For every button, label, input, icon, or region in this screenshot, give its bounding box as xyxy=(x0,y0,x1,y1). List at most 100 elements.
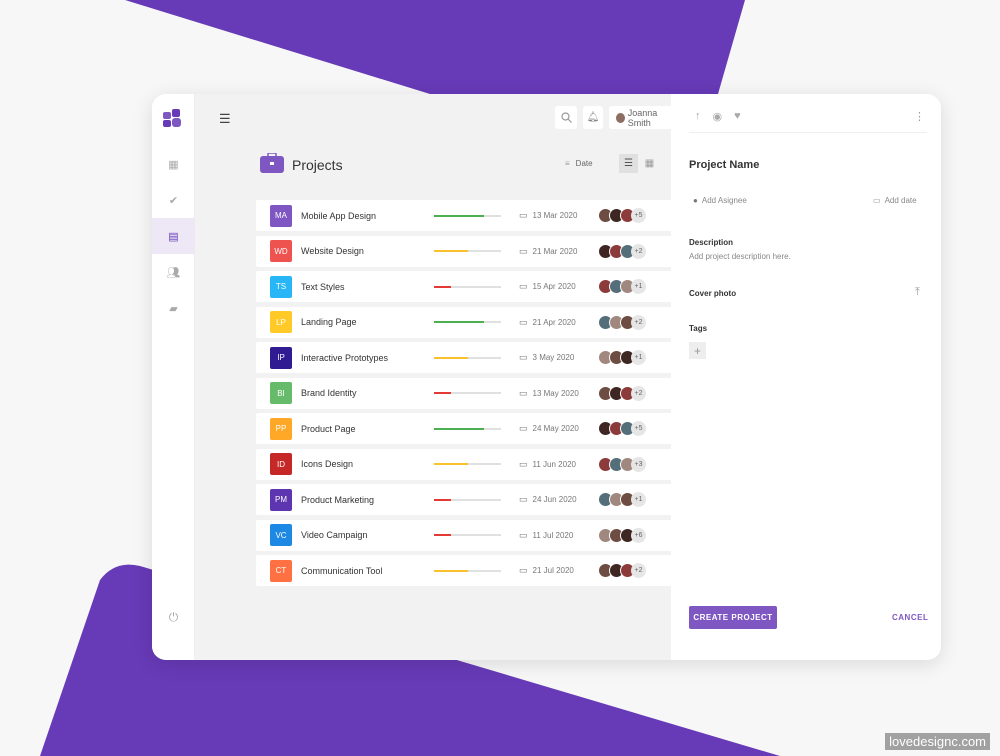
calendar-icon: ▭ xyxy=(519,494,528,504)
new-project-panel: ↑ ◉ ♥ ⋮ Project Name ● Add Asignee ▭ Add d… xyxy=(671,94,941,660)
calendar-icon: ▭ xyxy=(519,565,528,575)
grid-icon: ▦ xyxy=(644,158,655,169)
project-row[interactable]: BI Brand Identity ▭13 May 2020 +2 ⋮ xyxy=(256,377,696,409)
create-project-button[interactable]: CREATE PROJECT xyxy=(689,606,777,629)
search-icon xyxy=(560,112,572,123)
progress-bar xyxy=(434,498,501,501)
kebab-icon[interactable]: ⋮ xyxy=(914,110,925,123)
project-badge: CT xyxy=(270,559,292,582)
project-name: Video Campaign xyxy=(301,530,368,540)
more-members-count: +3 xyxy=(631,456,646,472)
project-row[interactable]: VC Video Campaign ▭11 Jul 2020 +6 ⋮ xyxy=(256,519,696,551)
project-badge: LP xyxy=(270,311,292,333)
date-text: 21 Apr 2020 xyxy=(532,317,576,327)
calendar-icon: ▭ xyxy=(519,352,528,362)
member-avatars: +2 xyxy=(598,563,646,578)
date-text: 15 Apr 2020 xyxy=(532,282,576,291)
app-window: ▦ ✔ ▤ 👥︎ ▰ ⏻ ☰ 🔔︎ Joanna Smith ⋮ Projects ≡ Da… xyxy=(152,94,941,660)
projects-main: ☰ 🔔︎ Joanna Smith⋮ Projects ≡Date ☰ ▦ + … xyxy=(195,94,697,660)
member-avatars: +3 xyxy=(598,456,646,472)
grid-view-button[interactable]: ▦ xyxy=(640,154,659,173)
date-text: 11 Jun 2020 xyxy=(532,459,576,469)
member-avatars: +1 xyxy=(598,492,646,507)
project-name: Website Design xyxy=(301,246,364,256)
member-avatars: +1 xyxy=(598,279,646,294)
user-name: Joanna Smith xyxy=(627,107,658,128)
project-name: Interactive Prototypes xyxy=(301,352,389,363)
date-text: 24 May 2020 xyxy=(532,424,579,433)
menu-icon[interactable]: ☰ xyxy=(219,111,231,127)
add-assignee-button[interactable]: ● Add Asignee xyxy=(693,196,747,205)
project-badge: BI xyxy=(270,382,292,404)
project-row[interactable]: TS Text Styles ▭15 Apr 2020 +1 ⋮ xyxy=(256,271,696,302)
project-name: Product Marketing xyxy=(301,494,375,505)
cancel-button[interactable]: CANCEL xyxy=(892,613,928,622)
project-row[interactable]: MA Mobile App Design ▭13 Mar 2020 +5 ⋮ xyxy=(256,200,696,231)
project-date: ▭ 3 May 2020 xyxy=(519,352,574,363)
people-icon: 👥︎ xyxy=(166,266,181,279)
project-name: Landing Page xyxy=(301,317,357,327)
briefcase-icon xyxy=(260,153,284,173)
project-name: Mobile App Design xyxy=(301,210,377,221)
calendar-icon: ▭ xyxy=(519,245,528,256)
member-avatars: +2 xyxy=(598,243,646,259)
more-members-count: +2 xyxy=(631,314,646,330)
power-icon: ⏻ xyxy=(168,609,179,624)
project-row[interactable]: PM Product Marketing ▭24 Jun 2020 +1 ⋮ xyxy=(256,484,696,515)
project-date: ▭ 11 Jun 2020 xyxy=(519,459,576,470)
sidebar-item-chat[interactable]: ▰ xyxy=(152,290,195,326)
sidebar-item-check-circle[interactable]: ✔ xyxy=(152,182,195,218)
sidebar: ▦ ✔ ▤ 👥︎ ▰ ⏻ xyxy=(152,94,195,660)
assignee-label: Add Asignee xyxy=(701,196,747,205)
project-badge: PM xyxy=(270,488,292,511)
project-date: ▭ 11 Jul 2020 xyxy=(519,530,573,541)
add-tag-button[interactable]: + xyxy=(689,342,706,359)
sidebar-item-dashboard[interactable]: ▦ xyxy=(152,146,195,182)
member-avatars: +6 xyxy=(598,527,646,543)
progress-bar xyxy=(434,250,501,252)
sidebar-item-people[interactable]: 👥︎ xyxy=(152,254,195,290)
list-view-button[interactable]: ☰ xyxy=(619,154,638,173)
heart-icon[interactable]: ♥ xyxy=(734,110,741,123)
project-date: ▭ 21 Apr 2020 xyxy=(519,317,576,328)
list-icon: ☰ xyxy=(624,158,633,169)
project-badge: MA xyxy=(270,204,292,227)
date-text: 24 Jun 2020 xyxy=(532,495,577,504)
notifications-button[interactable]: 🔔︎ xyxy=(583,106,603,129)
more-members-count: +2 xyxy=(631,243,646,259)
calendar-icon: ▭ xyxy=(519,281,528,291)
more-members-count: +2 xyxy=(631,563,646,578)
calendar-icon: ▭ xyxy=(519,458,528,469)
dashboard-icon: ▦ xyxy=(168,158,179,171)
eye-icon[interactable]: ◉ xyxy=(713,110,723,123)
project-row[interactable]: IP Interactive Prototypes ▭ 3 May 2020 +1… xyxy=(256,342,696,373)
sidebar-item-clipboard[interactable]: ▤ xyxy=(152,218,195,254)
more-members-count: +5 xyxy=(631,208,646,223)
date-text: 13 May 2020 xyxy=(532,388,579,398)
more-members-count: +5 xyxy=(631,421,646,436)
progress-bar xyxy=(434,321,501,323)
clipboard-icon: ▤ xyxy=(168,230,179,243)
project-row[interactable]: PP Product Page ▭24 May 2020 +5 ⋮ xyxy=(256,413,696,444)
power-button[interactable]: ⏻ xyxy=(152,599,195,635)
project-row[interactable]: CT Communication Tool ▭21 Jul 2020 +2 ⋮ xyxy=(256,555,696,586)
arrow-up-icon[interactable]: ↑ xyxy=(695,110,701,123)
project-row[interactable]: LP Landing Page ▭21 Apr 2020 +2 ⋮ xyxy=(256,306,696,338)
divider xyxy=(689,132,927,133)
sort-button[interactable]: ≡ Date xyxy=(565,159,593,168)
project-row[interactable]: WD Website Design ▭21 Mar 2020 +2 ⋮ xyxy=(256,235,696,267)
description-input[interactable]: Add project description here. xyxy=(689,252,791,261)
progress-bar xyxy=(434,392,501,394)
upload-icon[interactable]: ⤒ xyxy=(915,286,920,299)
project-name: Icons Design xyxy=(301,459,354,469)
more-members-count: +1 xyxy=(631,492,646,507)
project-date: ▭ 13 Mar 2020 xyxy=(519,210,577,221)
project-name-field[interactable]: Project Name xyxy=(689,159,759,171)
logo-icon xyxy=(163,109,181,127)
search-button[interactable] xyxy=(555,106,577,129)
cover-photo-label: Cover photo xyxy=(689,289,737,298)
project-badge: TS xyxy=(270,275,292,298)
date-text: 21 Mar 2020 xyxy=(532,246,578,256)
project-row[interactable]: ID Icons Design ▭11 Jun 2020 +3 ⋮ xyxy=(256,448,696,480)
add-date-button[interactable]: ▭ Add date xyxy=(873,196,917,205)
